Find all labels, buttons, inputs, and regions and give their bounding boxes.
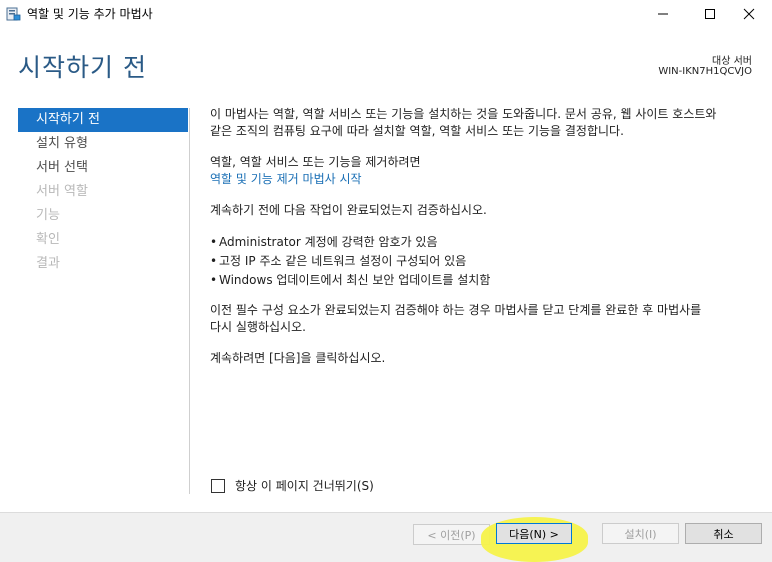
- wizard-window: 역할 및 기능 추가 마법사 시작하기 전 대상 서버 WIN-IKN7H1QC…: [0, 0, 772, 562]
- previous-button[interactable]: < 이전(P): [413, 524, 490, 545]
- list-item: Administrator 계정에 강력한 암호가 있음: [210, 233, 758, 252]
- install-button[interactable]: 설치(I): [602, 523, 679, 544]
- remove-section: 역할, 역할 서비스 또는 기능을 제거하려면 역할 및 기능 제거 마법사 시…: [210, 154, 758, 188]
- continue-text: 계속하려면 [다음]을 클릭하십시오.: [210, 351, 386, 365]
- nav-item-before-you-begin[interactable]: 시작하기 전: [18, 108, 188, 132]
- remove-wizard-link[interactable]: 역할 및 기능 제거 마법사 시작: [210, 172, 362, 186]
- minimize-button[interactable]: [640, 0, 686, 28]
- title-bar: 역할 및 기능 추가 마법사: [0, 0, 772, 28]
- page-title: 시작하기 전: [18, 53, 147, 82]
- minimize-icon: [657, 5, 669, 24]
- prerequisite-list: Administrator 계정에 강력한 암호가 있음 고정 IP 주소 같은…: [210, 233, 758, 290]
- close-icon: [743, 5, 755, 24]
- nav-item-server-roles: 서버 역할: [36, 184, 88, 199]
- prereq-line-1: 이전 필수 구성 요소가 완료되었는지 검증해야 하는 경우 마법사를 닫고 단…: [210, 303, 702, 317]
- nav-item-features: 기능: [36, 208, 60, 223]
- target-server-label: 대상 서버: [712, 56, 752, 67]
- nav-item-results: 결과: [36, 256, 60, 271]
- target-server-name: WIN-IKN7H1QCVJO: [658, 66, 752, 77]
- intro-line-2: 같은 조직의 컴퓨팅 요구에 따라 설치할 역할, 역할 서비스 또는 기능을 …: [210, 124, 624, 138]
- intro-line-1: 이 마법사는 역할, 역할 서비스 또는 기능을 설치하는 것을 도와줍니다. …: [210, 107, 717, 121]
- nav-item-server-selection[interactable]: 서버 선택: [18, 156, 188, 180]
- skip-page-label: 항상 이 페이지 건너뛰기(S): [235, 479, 374, 493]
- list-item: Windows 업데이트에서 최신 보안 업데이트를 설치함: [210, 271, 758, 290]
- skip-page-option[interactable]: 항상 이 페이지 건너뛰기(S): [211, 477, 374, 494]
- wizard-nav: 시작하기 전 설치 유형 서버 선택 서버 역할 기능 확인 결과: [18, 108, 188, 276]
- window-title: 역할 및 기능 추가 마법사: [27, 7, 153, 21]
- nav-item-installation-type[interactable]: 설치 유형: [18, 132, 188, 156]
- nav-item-confirmation: 확인: [36, 232, 60, 247]
- cancel-button[interactable]: 취소: [685, 523, 762, 544]
- intro-text: 이 마법사는 역할, 역할 서비스 또는 기능을 설치하는 것을 도와줍니다. …: [210, 106, 758, 140]
- nav-divider: [189, 108, 190, 494]
- prereq-line-2: 다시 실행하십시오.: [210, 320, 306, 334]
- close-button[interactable]: [726, 0, 772, 28]
- maximize-icon: [704, 5, 716, 24]
- server-manager-icon: [6, 6, 21, 21]
- verify-heading: 계속하기 전에 다음 작업이 완료되었는지 검증하십시오.: [210, 203, 487, 217]
- next-button[interactable]: 다음(N) >: [496, 523, 572, 544]
- wizard-content: 이 마법사는 역할, 역할 서비스 또는 기능을 설치하는 것을 도와줍니다. …: [210, 106, 758, 381]
- remove-heading: 역할, 역할 서비스 또는 기능을 제거하려면: [210, 155, 421, 169]
- skip-page-checkbox[interactable]: [211, 478, 225, 493]
- list-item: 고정 IP 주소 같은 네트워크 설정이 구성되어 있음: [210, 252, 758, 271]
- prereq-text: 이전 필수 구성 요소가 완료되었는지 검증해야 하는 경우 마법사를 닫고 단…: [210, 302, 758, 336]
